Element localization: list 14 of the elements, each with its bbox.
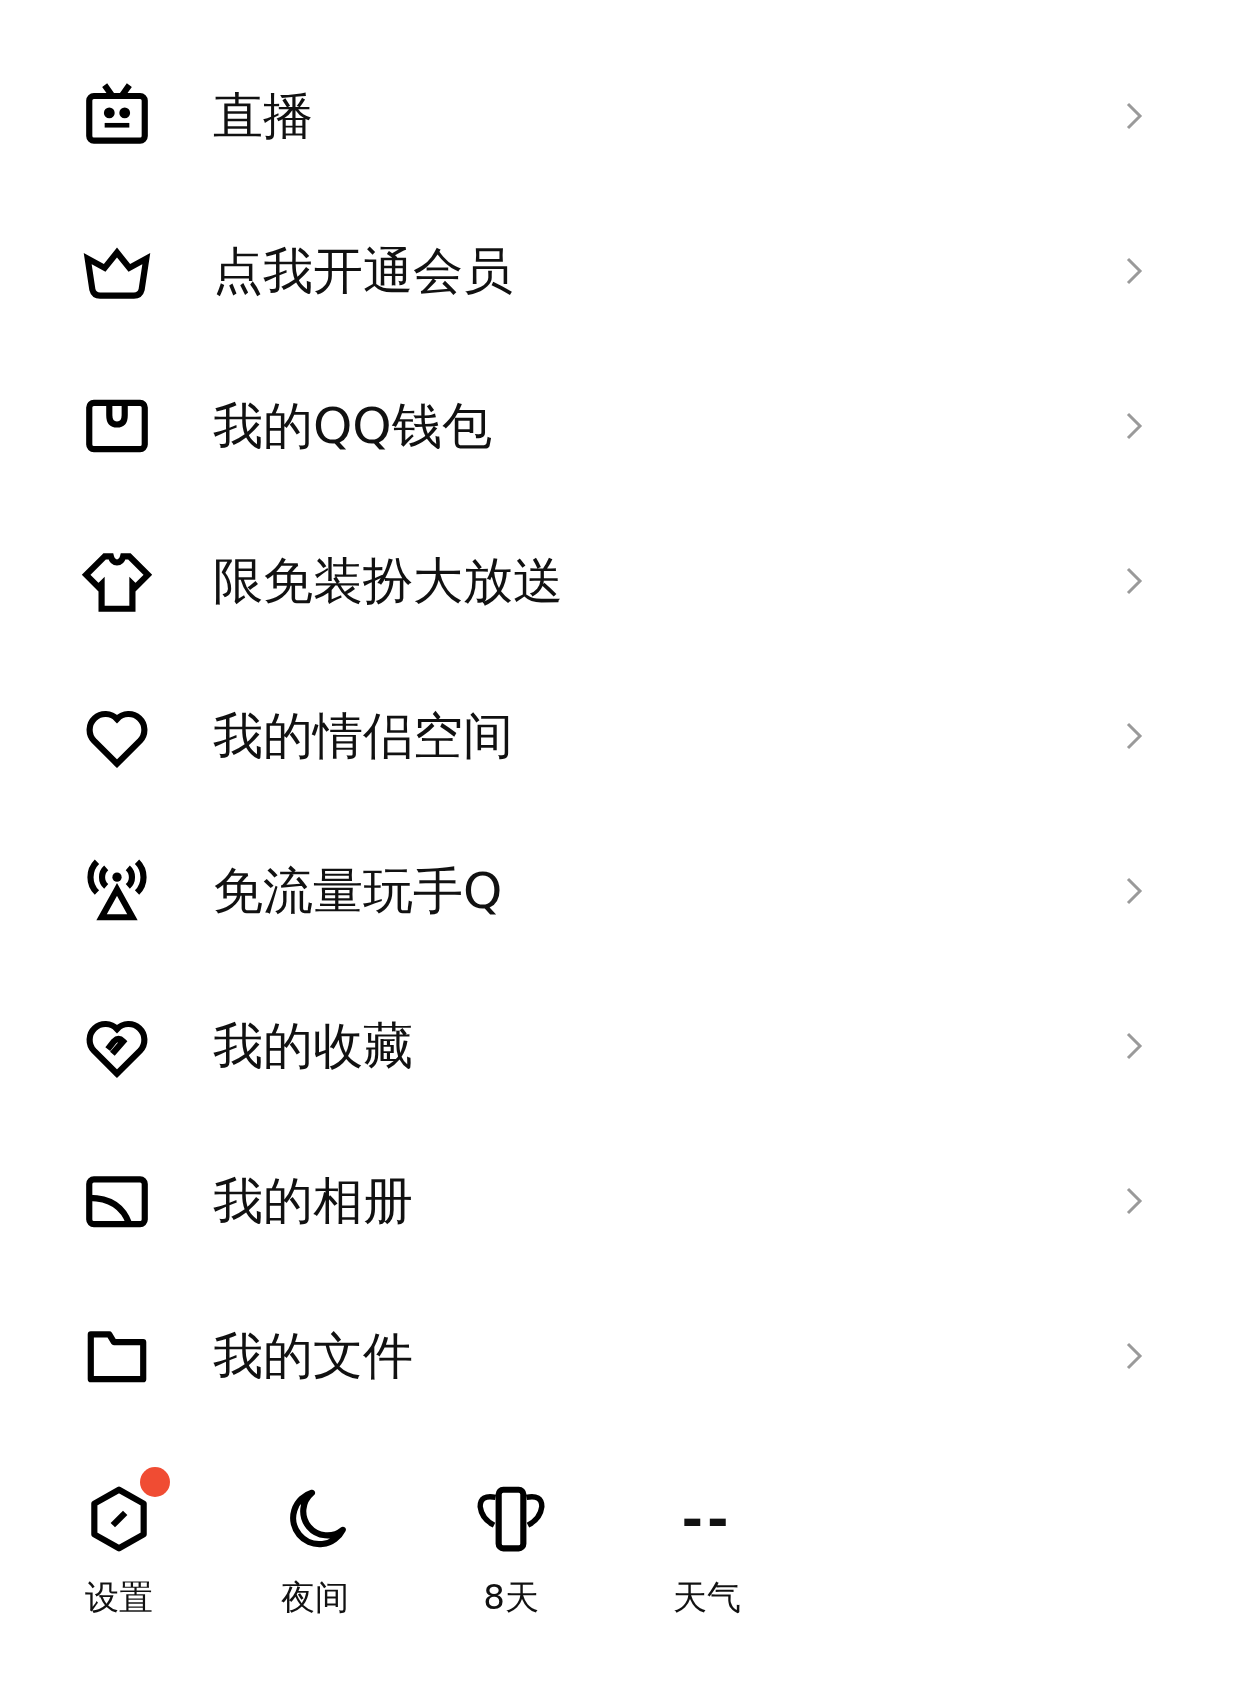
menu-item[interactable]: 我的文件	[213, 1325, 1124, 1386]
menu-item[interactable]: 我的情侣空间	[213, 705, 1124, 766]
menu-item[interactable]: 我的收藏	[213, 1015, 1124, 1076]
menu-item[interactable]: 我的QQ钱包	[213, 395, 1124, 456]
toolbar-label[interactable]: 8天	[483, 1577, 539, 1618]
menu-item[interactable]: 免流量玩手Q	[213, 860, 1124, 921]
temperature-value: --	[681, 1493, 733, 1545]
menu-item[interactable]: 限免装扮大放送	[213, 550, 1124, 611]
toolbar-label[interactable]: 设置	[85, 1577, 153, 1618]
menu-item[interactable]: 直播	[213, 85, 1124, 146]
menu-item[interactable]: 点我开通会员	[213, 240, 1124, 301]
toolbar-label[interactable]: 天气	[673, 1577, 741, 1618]
toolbar-label[interactable]: 夜间	[281, 1577, 349, 1618]
menu-item[interactable]: 我的相册	[213, 1170, 1124, 1231]
